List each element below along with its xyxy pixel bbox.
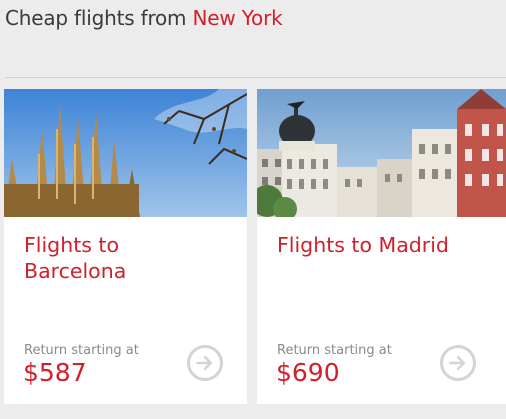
card-title[interactable]: Flights to Barcelona <box>24 232 234 284</box>
origin-city[interactable]: New York <box>193 6 283 30</box>
card-title[interactable]: Flights to Madrid <box>277 232 487 258</box>
card-title-line1: Flights to Madrid <box>277 233 449 257</box>
barcelona-photo <box>4 89 247 217</box>
price: $587 <box>23 358 87 387</box>
madrid-photo <box>257 89 506 217</box>
return-label: Return starting at <box>24 343 139 358</box>
return-label: Return starting at <box>277 343 392 358</box>
card-title-line2: Barcelona <box>24 259 127 283</box>
price: $690 <box>276 358 340 387</box>
arrow-right-icon[interactable] <box>187 345 223 381</box>
title-prefix: Cheap flights from <box>5 6 187 30</box>
destination-card-barcelona[interactable]: Flights to Barcelona Return starting at … <box>4 89 247 404</box>
card-title-line1: Flights to <box>24 233 120 257</box>
arrow-right-icon[interactable] <box>440 345 476 381</box>
destination-card-madrid[interactable]: Flights to Madrid Return starting at $69… <box>257 89 506 404</box>
page-title: Cheap flights from New York <box>5 6 283 30</box>
divider <box>5 77 506 78</box>
